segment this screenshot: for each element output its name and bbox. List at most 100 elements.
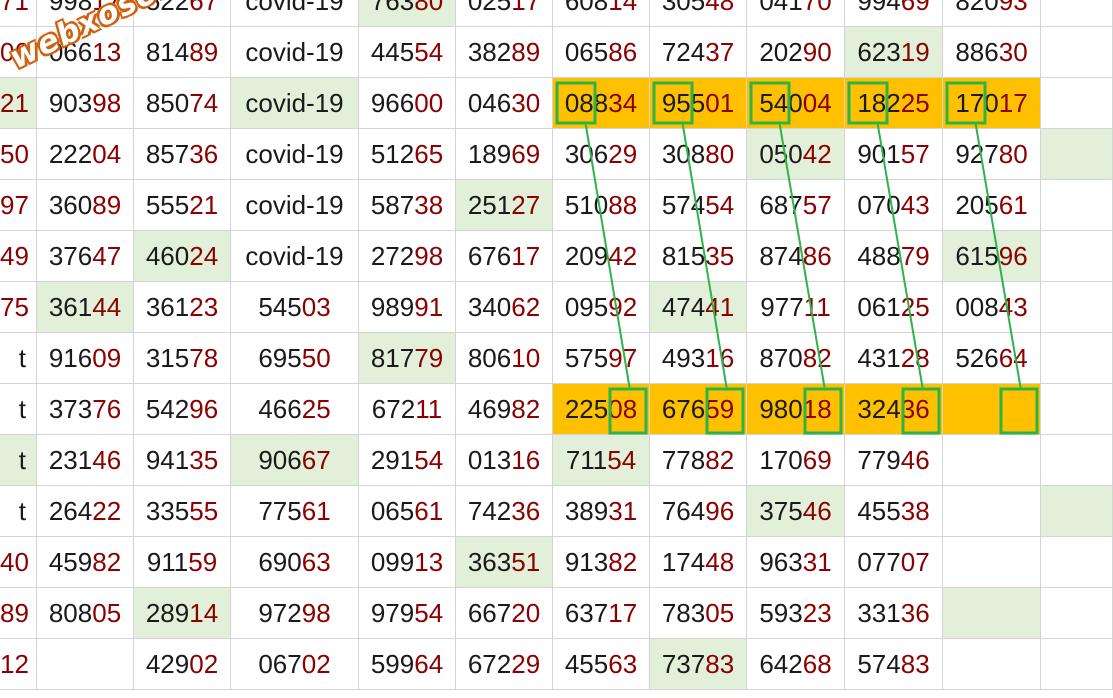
- table-cell[interactable]: 42902: [134, 639, 231, 690]
- table-cell[interactable]: covid-19: [231, 129, 359, 180]
- table-cell[interactable]: 59323: [747, 588, 845, 639]
- table-cell[interactable]: 91609: [37, 333, 134, 384]
- table-cell[interactable]: 71: [0, 0, 37, 27]
- table-cell[interactable]: 71154: [553, 435, 650, 486]
- table-cell[interactable]: 45982: [37, 537, 134, 588]
- table-cell[interactable]: 30880: [650, 129, 747, 180]
- table-cell[interactable]: [1041, 0, 1113, 27]
- table-cell[interactable]: 64268: [747, 639, 845, 690]
- table-cell[interactable]: 23146: [37, 435, 134, 486]
- table-cell[interactable]: 58738: [359, 180, 456, 231]
- table-cell[interactable]: 54503: [231, 282, 359, 333]
- table-cell[interactable]: 57597: [553, 333, 650, 384]
- table-cell[interactable]: covid-19: [231, 0, 359, 27]
- table-cell[interactable]: 17017: [943, 78, 1041, 129]
- table-cell[interactable]: 37376: [37, 384, 134, 435]
- table-cell[interactable]: 30629: [553, 129, 650, 180]
- table-cell[interactable]: 94135: [134, 435, 231, 486]
- table-cell[interactable]: 32436: [845, 384, 943, 435]
- table-cell[interactable]: [943, 639, 1041, 690]
- table-cell[interactable]: 18969: [456, 129, 553, 180]
- table-cell[interactable]: 04170: [747, 0, 845, 27]
- table-cell[interactable]: 45563: [553, 639, 650, 690]
- table-cell[interactable]: 81489: [134, 27, 231, 78]
- table-cell[interactable]: 57454: [650, 180, 747, 231]
- table-cell[interactable]: [1041, 384, 1113, 435]
- table-cell[interactable]: 76380: [359, 0, 456, 27]
- table-cell[interactable]: 85736: [134, 129, 231, 180]
- table-cell[interactable]: t: [0, 384, 37, 435]
- table-cell[interactable]: [1041, 639, 1113, 690]
- table-cell[interactable]: [1041, 588, 1113, 639]
- table-cell[interactable]: 28914: [134, 588, 231, 639]
- table-cell[interactable]: 78305: [650, 588, 747, 639]
- table-cell[interactable]: 33136: [845, 588, 943, 639]
- table-cell[interactable]: 06561: [359, 486, 456, 537]
- table-cell[interactable]: 81779: [359, 333, 456, 384]
- table-cell[interactable]: 27298: [359, 231, 456, 282]
- table-cell[interactable]: 46625: [231, 384, 359, 435]
- table-cell[interactable]: 38931: [553, 486, 650, 537]
- table-cell[interactable]: 57483: [845, 639, 943, 690]
- table-cell[interactable]: 77946: [845, 435, 943, 486]
- table-cell[interactable]: 97: [0, 180, 37, 231]
- table-cell[interactable]: t: [0, 435, 37, 486]
- table-cell[interactable]: [1041, 78, 1113, 129]
- table-cell[interactable]: 72437: [650, 27, 747, 78]
- table-cell[interactable]: [943, 537, 1041, 588]
- table-cell[interactable]: 08834: [553, 78, 650, 129]
- table-cell[interactable]: 07707: [845, 537, 943, 588]
- table-cell[interactable]: [943, 435, 1041, 486]
- table-cell[interactable]: 06586: [553, 27, 650, 78]
- table-cell[interactable]: 05042: [747, 129, 845, 180]
- table-cell[interactable]: [1041, 486, 1113, 537]
- table-cell[interactable]: 36089: [37, 180, 134, 231]
- table-cell[interactable]: 91159: [134, 537, 231, 588]
- table-cell[interactable]: 37647: [37, 231, 134, 282]
- table-cell[interactable]: 61596: [943, 231, 1041, 282]
- table-cell[interactable]: [1041, 333, 1113, 384]
- table-cell[interactable]: covid-19: [231, 180, 359, 231]
- table-cell[interactable]: [1041, 537, 1113, 588]
- table-cell[interactable]: 76496: [650, 486, 747, 537]
- table-cell[interactable]: t: [0, 486, 37, 537]
- table-cell[interactable]: 87486: [747, 231, 845, 282]
- table-cell[interactable]: 82093: [943, 0, 1041, 27]
- table-cell[interactable]: 89: [0, 588, 37, 639]
- table-cell[interactable]: [1041, 27, 1113, 78]
- table-cell[interactable]: 01316: [456, 435, 553, 486]
- table-cell[interactable]: 92780: [943, 129, 1041, 180]
- table-cell[interactable]: 88630: [943, 27, 1041, 78]
- table-cell[interactable]: covid-19: [231, 27, 359, 78]
- table-cell[interactable]: 17448: [650, 537, 747, 588]
- table-cell[interactable]: 77561: [231, 486, 359, 537]
- table-cell[interactable]: 51088: [553, 180, 650, 231]
- table-cell[interactable]: 49316: [650, 333, 747, 384]
- table-cell[interactable]: 45538: [845, 486, 943, 537]
- table-cell[interactable]: 37546: [747, 486, 845, 537]
- table-cell[interactable]: 54296: [134, 384, 231, 435]
- table-cell[interactable]: covid-19: [231, 231, 359, 282]
- table-cell[interactable]: 55521: [134, 180, 231, 231]
- table-cell[interactable]: 80610: [456, 333, 553, 384]
- table-cell[interactable]: 09913: [359, 537, 456, 588]
- table-cell[interactable]: 18225: [845, 78, 943, 129]
- table-cell[interactable]: 30548: [650, 0, 747, 27]
- table-cell[interactable]: [37, 639, 134, 690]
- table-cell[interactable]: 09592: [553, 282, 650, 333]
- table-cell[interactable]: 90398: [37, 78, 134, 129]
- table-cell[interactable]: 54004: [747, 78, 845, 129]
- table-cell[interactable]: covid-19: [231, 78, 359, 129]
- table-cell[interactable]: 77882: [650, 435, 747, 486]
- table-cell[interactable]: 97711: [747, 282, 845, 333]
- table-cell[interactable]: 87082: [747, 333, 845, 384]
- table-cell[interactable]: 04630: [456, 78, 553, 129]
- table-cell[interactable]: [1041, 180, 1113, 231]
- table-cell[interactable]: 20561: [943, 180, 1041, 231]
- table-cell[interactable]: 51265: [359, 129, 456, 180]
- table-cell[interactable]: 73783: [650, 639, 747, 690]
- table-cell[interactable]: t: [0, 333, 37, 384]
- table-cell[interactable]: 91382: [553, 537, 650, 588]
- table-cell[interactable]: 81535: [650, 231, 747, 282]
- table-cell[interactable]: 22508: [553, 384, 650, 435]
